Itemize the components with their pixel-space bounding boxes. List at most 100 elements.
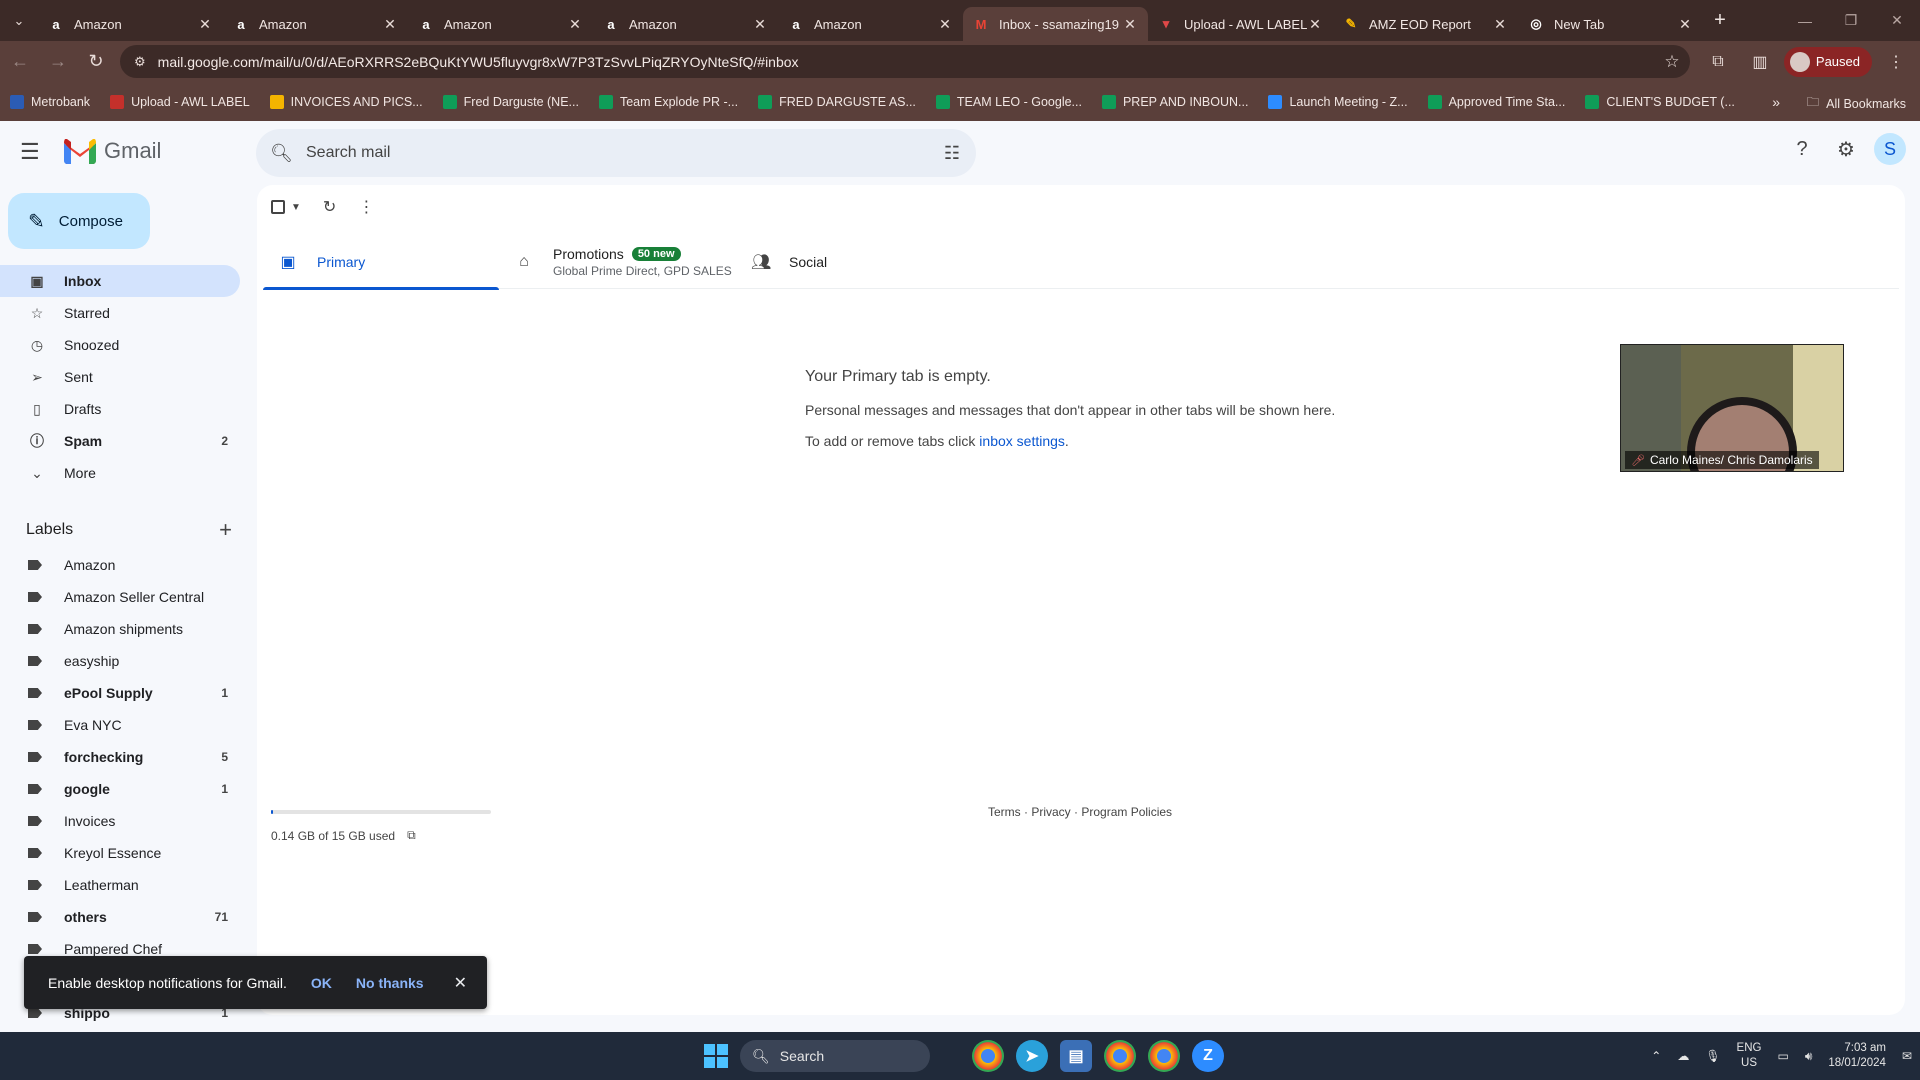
sidebar-item-spam[interactable]: ⓘ Spam 2 — [0, 425, 240, 457]
close-icon[interactable]: ✕ — [197, 16, 213, 33]
sidebar-item-more[interactable]: ⌄ More — [0, 457, 240, 489]
browser-tab[interactable]: a Amazon ✕ — [223, 7, 408, 41]
close-icon[interactable]: ✕ — [1492, 16, 1508, 33]
sidebar-label-item[interactable]: others 71 — [0, 901, 240, 933]
chrome-icon[interactable] — [1104, 1040, 1136, 1072]
help-icon[interactable]: ? — [1786, 133, 1818, 165]
url-text[interactable]: mail.google.com/mail/u/0/d/AEoRXRRS2eBQu… — [158, 54, 1654, 70]
close-icon[interactable]: ✕ — [1677, 16, 1693, 33]
reload-icon[interactable]: ↻ — [78, 44, 114, 80]
extensions-icon[interactable]: ⧉ — [1700, 53, 1736, 71]
bookmark-item[interactable]: TEAM LEO - Google... — [935, 94, 1082, 109]
language-indicator[interactable]: ENG US — [1737, 1041, 1762, 1071]
bookmark-item[interactable]: Launch Meeting - Z... — [1268, 94, 1408, 109]
browser-tab[interactable]: ✎ AMZ EOD Report ✕ — [1333, 7, 1518, 41]
inbox-settings-link[interactable]: inbox settings — [979, 433, 1065, 449]
tab-search-icon[interactable]: ⌄ — [0, 0, 38, 41]
bookmark-item[interactable]: CLIENT'S BUDGET (... — [1585, 94, 1735, 109]
sidebar-label-item[interactable]: Invoices — [0, 805, 240, 837]
close-icon[interactable]: ✕ — [454, 973, 467, 993]
sidebar-label-item[interactable]: ePool Supply 1 — [0, 677, 240, 709]
chrome-icon[interactable] — [972, 1040, 1004, 1072]
more-vert-icon[interactable]: ⋮ — [358, 197, 374, 217]
close-icon[interactable]: ✕ — [1122, 16, 1138, 33]
profile-button[interactable]: Paused — [1783, 46, 1872, 77]
telegram-icon[interactable]: ➤ — [1016, 1040, 1048, 1072]
no-thanks-button[interactable]: No thanks — [356, 975, 424, 991]
side-panel-icon[interactable]: ▥ — [1742, 52, 1778, 72]
sidebar-item-snoozed[interactable]: ◷ Snoozed — [0, 329, 240, 361]
back-icon[interactable]: ← — [2, 44, 38, 80]
sidebar-label-item[interactable]: Amazon — [0, 549, 240, 581]
gear-icon[interactable]: ⚙ — [1830, 133, 1862, 165]
gmail-logo[interactable]: Gmail — [64, 138, 161, 164]
add-label-icon[interactable]: + — [219, 517, 232, 543]
browser-tab[interactable]: ▾ Upload - AWL LABEL ✕ — [1148, 7, 1333, 41]
refresh-icon[interactable]: ↻ — [323, 197, 336, 217]
account-avatar[interactable]: S — [1874, 133, 1906, 165]
menu-dots-icon[interactable]: ⋮ — [1878, 52, 1914, 72]
sidebar-label-item[interactable]: google 1 — [0, 773, 240, 805]
browser-tab[interactable]: a Amazon ✕ — [593, 7, 778, 41]
sidebar-label-item[interactable]: easyship — [0, 645, 240, 677]
tab-primary[interactable]: ▣ Primary — [263, 235, 499, 290]
all-bookmarks-button[interactable]: 🗀 All Bookmarks — [1807, 93, 1906, 114]
volume-icon[interactable]: 🔊︎ — [1805, 1049, 1813, 1064]
browser-tab[interactable]: a Amazon ✕ — [778, 7, 963, 41]
sidebar-label-item[interactable]: Kreyol Essence — [0, 837, 240, 869]
network-icon[interactable]: ▭ — [1777, 1049, 1788, 1063]
chrome-icon[interactable] — [1148, 1040, 1180, 1072]
close-icon[interactable]: ✕ — [382, 16, 398, 33]
close-window-icon[interactable]: ✕ — [1874, 0, 1920, 41]
clock[interactable]: 7:03 am 18/01/2024 — [1828, 1041, 1886, 1071]
terms-link[interactable]: Terms — [988, 805, 1021, 819]
notepad-icon[interactable]: ▤ — [1060, 1040, 1092, 1072]
sidebar-label-item[interactable]: Amazon Seller Central — [0, 581, 240, 613]
close-icon[interactable]: ✕ — [567, 16, 583, 33]
search-input[interactable]: 🔍︎ Search mail ☷ — [256, 129, 976, 177]
zoom-icon[interactable]: Z — [1192, 1040, 1224, 1072]
sidebar-item-drafts[interactable]: ▯ Drafts — [0, 393, 240, 425]
cloud-off-icon[interactable]: ☁ — [1677, 1049, 1689, 1063]
sidebar-item-sent[interactable]: ➢ Sent — [0, 361, 240, 393]
browser-tab[interactable]: ◎ New Tab ✕ — [1518, 7, 1703, 41]
sidebar-label-item[interactable]: Eva NYC — [0, 709, 240, 741]
bookmark-item[interactable]: PREP AND INBOUN... — [1101, 94, 1248, 109]
microphone-icon[interactable]: 🎙︎ — [1705, 1049, 1720, 1063]
sidebar-label-item[interactable]: forchecking 5 — [0, 741, 240, 773]
sidebar-label-item[interactable]: Leatherman — [0, 869, 240, 901]
browser-tab-active[interactable]: M Inbox - ssamazing19 ✕ — [963, 7, 1148, 41]
compose-button[interactable]: ✎ Compose — [8, 193, 150, 249]
windows-start-icon[interactable] — [704, 1044, 728, 1068]
bookmark-item[interactable]: Metrobank — [10, 94, 90, 109]
notifications-icon[interactable]: ✉ — [1902, 1049, 1912, 1063]
forward-icon[interactable]: → — [40, 44, 76, 80]
main-menu-icon[interactable]: ☰ — [20, 139, 48, 167]
tab-promotions[interactable]: ⌂ Promotions 50 new Global Prime Direct,… — [499, 235, 735, 289]
bookmark-item[interactable]: Team Explode PR -... — [598, 94, 738, 109]
tab-social[interactable]: 👥︎ Social — [735, 235, 971, 289]
browser-tab[interactable]: a Amazon ✕ — [408, 7, 593, 41]
new-tab-button[interactable]: + — [1703, 9, 1737, 32]
bookmark-item[interactable]: INVOICES AND PICS... — [269, 94, 423, 109]
bookmark-item[interactable]: FRED DARGUSTE AS... — [758, 94, 916, 109]
omnibox[interactable]: ⚙ mail.google.com/mail/u/0/d/AEoRXRRS2eB… — [120, 45, 1690, 78]
program-policies-link[interactable]: Program Policies — [1081, 805, 1172, 819]
close-icon[interactable]: ✕ — [1307, 16, 1323, 33]
ok-button[interactable]: OK — [311, 975, 332, 991]
chevron-up-icon[interactable]: ⌃ — [1651, 1049, 1661, 1063]
close-icon[interactable]: ✕ — [752, 16, 768, 33]
bookmark-item[interactable]: Fred Darguste (NE... — [442, 94, 579, 109]
restore-icon[interactable]: ❐ — [1828, 0, 1874, 41]
sidebar-item-starred[interactable]: ☆ Starred — [0, 297, 240, 329]
privacy-link[interactable]: Privacy — [1031, 805, 1070, 819]
bookmark-item[interactable]: Approved Time Sta... — [1427, 94, 1565, 109]
select-all-checkbox[interactable]: ▼ — [271, 200, 301, 214]
open-in-new-icon[interactable]: ⧉ — [407, 828, 416, 843]
video-call-thumbnail[interactable]: 🎤︎ Carlo Maines/ Chris Damolaris — [1620, 344, 1844, 472]
site-info-icon[interactable]: ⚙ — [134, 54, 146, 70]
bookmark-star-icon[interactable]: ☆ — [1654, 52, 1690, 72]
browser-tab[interactable]: a Amazon ✕ — [38, 7, 223, 41]
minimize-icon[interactable]: — — [1782, 0, 1828, 41]
search-options-icon[interactable]: ☷ — [928, 143, 976, 164]
